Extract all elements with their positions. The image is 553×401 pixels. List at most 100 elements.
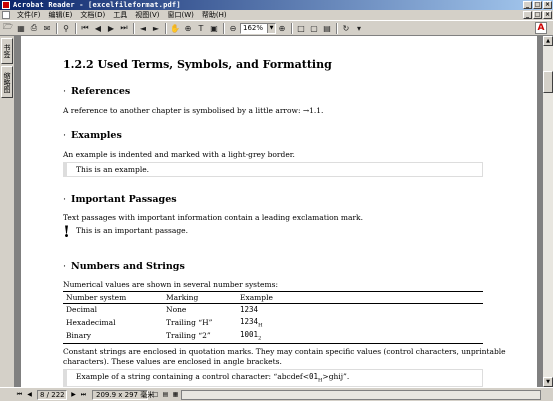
next-page-icon[interactable]: ▶: [105, 22, 117, 34]
pdf-page: 1.2.2 Used Terms, Symbols, and Formattin…: [21, 36, 537, 387]
section-title: 1.2.2 Used Terms, Symbols, and Formattin…: [63, 58, 332, 71]
acrobat-app-icon: [2, 1, 10, 9]
snapshot-icon[interactable]: ▣: [208, 22, 220, 34]
example-box: This is an example.: [63, 162, 483, 177]
table-cell: Decimal: [66, 305, 98, 315]
rotate-icon[interactable]: ↻: [340, 22, 352, 34]
table-cell: 1234: [240, 305, 259, 315]
tab-bookmarks[interactable]: 书签: [1, 38, 13, 64]
zoom-field[interactable]: 162% ▼: [240, 22, 276, 34]
table-cell: None: [166, 305, 187, 315]
window-title: Acrobat Reader - [excelfileformat.pdf]: [13, 1, 181, 9]
menu-window[interactable]: 窗口(W): [164, 10, 198, 20]
navigation-pane-tabs: 书签 缩略图: [0, 36, 15, 387]
last-page-icon[interactable]: ⏭: [118, 22, 130, 34]
page-size-display: 209.9 x 297 毫米: [92, 389, 154, 400]
zoom-out-icon[interactable]: ⊖: [227, 22, 239, 34]
find-icon[interactable]: ⚲: [60, 22, 72, 34]
strings-text-line-2: characters). These values are enclosed i…: [63, 357, 282, 366]
zoom-value: 162%: [243, 24, 264, 32]
select-text-icon[interactable]: T: [195, 22, 207, 34]
rotate-menu-icon[interactable]: ▾: [353, 22, 365, 34]
continuous-layout-icon[interactable]: ▤: [161, 390, 170, 399]
scroll-thumb[interactable]: [543, 71, 553, 93]
window-controls: _ □ ×: [523, 1, 552, 9]
facing-layout-icon[interactable]: ▦: [171, 390, 180, 399]
minimize-button[interactable]: _: [523, 1, 532, 9]
number-systems-table: Number system Marking Example Decimal No…: [63, 291, 483, 344]
table-header-row: Number system Marking Example: [63, 291, 483, 304]
scroll-down-icon[interactable]: ▼: [543, 377, 553, 387]
document-icon[interactable]: [2, 11, 10, 19]
column-header: Example: [237, 291, 483, 304]
string-example-box: Example of a string containing a control…: [63, 369, 483, 387]
references-heading: · References: [63, 86, 131, 97]
vertical-scrollbar[interactable]: ▲ ▼: [542, 36, 553, 387]
table-cell: 1234H: [240, 316, 263, 329]
toolbar-separator: [56, 22, 58, 34]
save-icon[interactable]: ▦: [15, 22, 27, 34]
table-row: Decimal None 1234: [63, 304, 483, 316]
strings-text-line-1: Constant strings are enclosed in quotati…: [63, 347, 506, 356]
exclamation-mark-icon: !: [63, 222, 71, 241]
table-cell: 10012: [237, 329, 483, 344]
menu-edit[interactable]: 编辑(E): [45, 10, 77, 20]
hand-icon[interactable]: ✋: [169, 22, 181, 34]
important-passage: This is an important passage.: [76, 226, 188, 235]
table-cell: Trailing “H”: [166, 317, 213, 327]
doc-restore-button[interactable]: □: [533, 11, 542, 19]
toolbar: 🗁 ▦ ⎙ ✉ ⚲ ⏮ ◀ ▶ ⏭ ◄ ► ✋ ⊕ T ▣ ⊖ 162% ▼ ⊕…: [0, 21, 553, 36]
title-bar: Acrobat Reader - [excelfileformat.pdf] _…: [0, 0, 553, 10]
first-page-icon[interactable]: ⏮: [15, 390, 24, 399]
column-header: Marking: [163, 291, 237, 304]
first-page-icon[interactable]: ⏮: [79, 22, 91, 34]
table-cell: Binary: [63, 329, 163, 344]
print-icon[interactable]: ⎙: [28, 22, 40, 34]
actual-size-icon[interactable]: □: [295, 22, 307, 34]
acrobat-icon[interactable]: A: [535, 22, 547, 34]
email-icon[interactable]: ✉: [41, 22, 53, 34]
doc-close-button[interactable]: ×: [543, 11, 552, 19]
toolbar-separator: [336, 22, 338, 34]
menu-help[interactable]: 帮助(H): [198, 10, 231, 20]
zoom-in-icon[interactable]: ⊕: [182, 22, 194, 34]
table-row: Binary Trailing “2” 10012: [63, 329, 483, 344]
zoom-plus-icon[interactable]: ⊕: [276, 22, 288, 34]
numbers-text: Numerical values are shown in several nu…: [63, 280, 278, 289]
toolbar-separator: [75, 22, 77, 34]
numbers-heading: · Numbers and Strings: [63, 261, 185, 272]
page-layout-icon[interactable]: □: [151, 390, 160, 399]
scroll-up-icon[interactable]: ▲: [543, 36, 553, 46]
important-heading: · Important Passages: [63, 194, 177, 205]
menu-document[interactable]: 文档(D): [76, 10, 109, 20]
prev-page-icon[interactable]: ◀: [92, 22, 104, 34]
fit-width-icon[interactable]: ▤: [321, 22, 333, 34]
menu-bar: 文件(F) 编辑(E) 文档(D) 工具 视图(V) 窗口(W) 帮助(H) _…: [0, 10, 553, 21]
examples-heading: · Examples: [63, 130, 122, 141]
chevron-down-icon[interactable]: ▼: [267, 23, 275, 33]
close-button[interactable]: ×: [543, 1, 552, 9]
open-icon[interactable]: 🗁: [2, 22, 14, 34]
prev-page-icon[interactable]: ◀: [25, 390, 34, 399]
doc-minimize-button[interactable]: _: [523, 11, 532, 19]
page-number-field[interactable]: 8 / 222: [37, 389, 67, 400]
table-cell: Hexadecimal: [66, 317, 116, 327]
maximize-button[interactable]: □: [533, 1, 542, 9]
table-row: Hexadecimal Trailing “H” 1234H: [63, 316, 483, 330]
toolbar-separator: [291, 22, 293, 34]
menu-file[interactable]: 文件(F): [13, 10, 45, 20]
forward-icon[interactable]: ►: [150, 22, 162, 34]
important-text: Text passages with important information…: [63, 213, 363, 222]
menu-tools[interactable]: 工具: [109, 10, 131, 20]
fit-page-icon[interactable]: ▢: [308, 22, 320, 34]
references-text: A reference to another chapter is symbol…: [63, 106, 324, 115]
toolbar-separator: [165, 22, 167, 34]
table-cell: Trailing “2”: [163, 329, 237, 344]
menu-view[interactable]: 视图(V): [131, 10, 163, 20]
last-page-icon[interactable]: ⏭: [79, 390, 88, 399]
horizontal-scrollbar[interactable]: [181, 389, 541, 400]
back-icon[interactable]: ◄: [137, 22, 149, 34]
tab-thumbnails[interactable]: 缩略图: [1, 66, 13, 98]
document-viewport[interactable]: 1.2.2 Used Terms, Symbols, and Formattin…: [15, 36, 542, 387]
next-page-icon[interactable]: ▶: [69, 390, 78, 399]
